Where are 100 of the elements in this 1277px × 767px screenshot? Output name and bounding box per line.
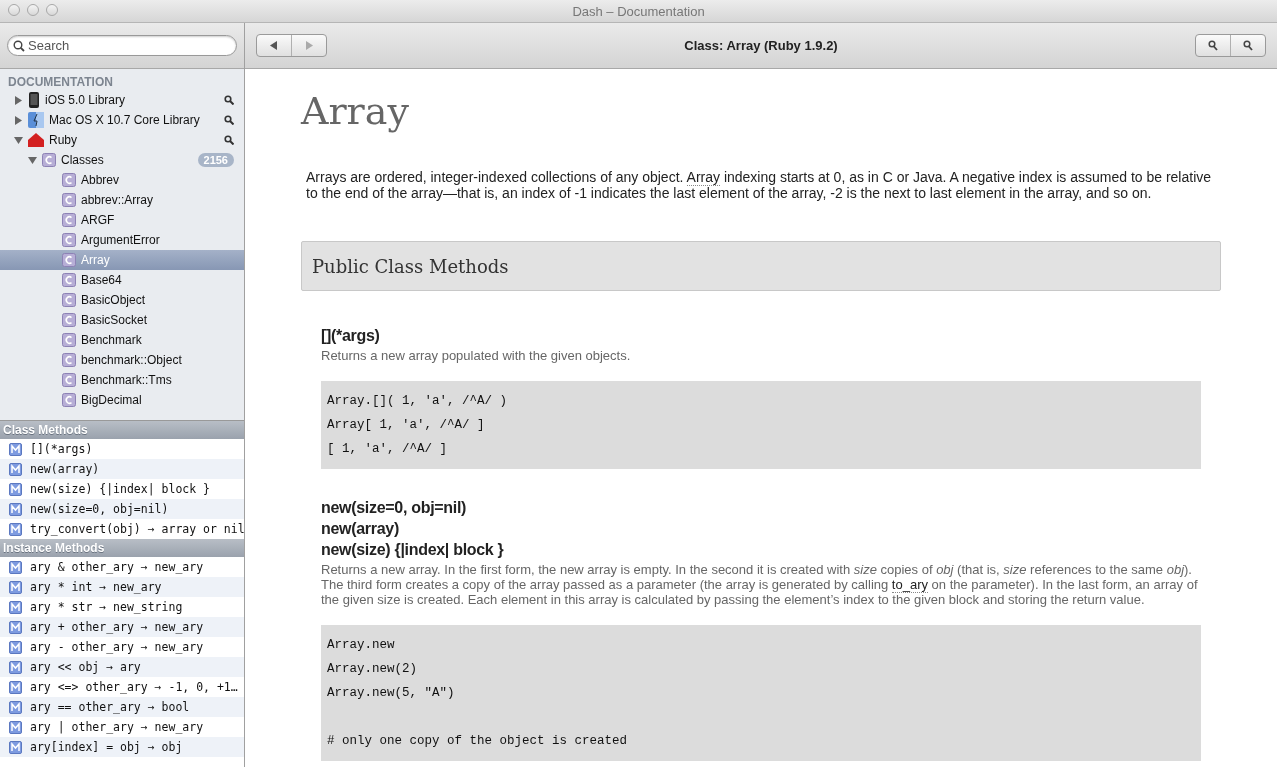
count-badge: 2156	[197, 153, 234, 167]
method-item[interactable]: ary & other_ary → new_ary	[0, 557, 244, 577]
code-line: Array.new(2)	[327, 662, 417, 676]
tree-item-label: abbrev::Array	[81, 193, 155, 207]
method-icon	[9, 740, 22, 754]
tree-item[interactable]: ARGF	[0, 210, 244, 230]
tree-item[interactable]: ArgumentError	[0, 230, 244, 250]
class-icon	[42, 153, 56, 167]
method-signature: [](*args)	[321, 326, 381, 346]
class-icon	[62, 213, 76, 227]
code-line: # only one copy of the object is created	[327, 734, 628, 748]
tree-item-label: Benchmark::Tms	[81, 373, 173, 387]
method-icon	[9, 640, 22, 654]
code-line: Array.new(5, "A")	[327, 686, 455, 700]
method-icon	[9, 660, 22, 674]
tree-item-label: Base64	[81, 273, 123, 287]
tree-item-label: Benchmark	[81, 333, 143, 347]
method-item[interactable]: ary <=> other_ary → -1, 0, +1…	[0, 677, 244, 697]
method-item[interactable]: new(array)	[0, 459, 244, 479]
tree-item-label: Abbrev	[81, 173, 121, 187]
method-label: ary + other_ary → new_ary	[30, 620, 204, 634]
tree-item[interactable]: abbrev::Array	[0, 190, 244, 210]
section-label: DOCUMENTATION	[7, 74, 114, 90]
disclosure-triangle-icon[interactable]	[28, 155, 37, 165]
link[interactable]: Array	[686, 169, 720, 186]
method-label: ary | other_ary → new_ary	[30, 720, 204, 734]
tree-item-label: ArgumentError	[81, 233, 161, 247]
method-icon	[9, 620, 22, 634]
method-item[interactable]: ary == other_ary → bool	[0, 697, 244, 717]
method-item[interactable]: ary[index] = obj → obj	[0, 737, 244, 757]
method-item[interactable]: ary - other_ary → new_ary	[0, 637, 244, 657]
right-triangle-icon	[305, 41, 313, 50]
disclosure-triangle-icon[interactable]	[14, 95, 23, 105]
class-icon	[62, 273, 76, 287]
search-icon	[1207, 39, 1219, 52]
search-icon	[13, 40, 25, 52]
description-text: Arrays are ordered, integer-indexed collections of any object. Array indexing starts at 0, as in C or Java. A negative index is assumed to be relative to the end of the array—that is, an index of -1 indicates the last element of the array, -2 is the next to last element in the array, and so on.	[306, 169, 1213, 201]
disclosure-triangle-icon[interactable]	[14, 135, 23, 145]
tree-item[interactable]: Mac OS X 10.7 Core Library	[0, 110, 244, 130]
method-label: ary * str → new_string	[30, 600, 183, 614]
tree-item[interactable]: BigDecimal	[0, 390, 244, 410]
class-icon	[62, 393, 76, 407]
method-label: ary[index] = obj → obj	[30, 740, 183, 754]
method-label: ary * int → new_ary	[30, 580, 162, 594]
method-icon	[9, 580, 22, 594]
search-icon[interactable]	[224, 115, 234, 125]
method-icon	[9, 462, 22, 476]
method-icon	[9, 680, 22, 694]
method-label: ary <=> other_ary → -1, 0, +1…	[30, 680, 238, 694]
method-item[interactable]: new(size) {|index| block }	[0, 479, 244, 499]
class-icon	[62, 293, 76, 307]
tree-item-label: Mac OS X 10.7 Core Library	[49, 113, 201, 127]
code-line: Array.new	[327, 638, 395, 652]
tree-item[interactable]: Abbrev	[0, 170, 244, 190]
method-item[interactable]: new(size=0, obj=nil)	[0, 499, 244, 519]
search-icon[interactable]	[224, 95, 234, 105]
method-icon	[9, 720, 22, 734]
tree-item-label: Array	[81, 253, 111, 267]
tree-item[interactable]: Benchmark::Tms	[0, 370, 244, 390]
method-label: [](*args)	[30, 442, 93, 456]
method-icon	[9, 502, 22, 516]
method-item[interactable]: ary * str → new_string	[0, 597, 244, 617]
tree-item[interactable]: Base64	[0, 270, 244, 290]
method-item[interactable]: ary + other_ary → new_ary	[0, 617, 244, 637]
method-icon	[9, 600, 22, 614]
tree-item-label: Classes	[61, 153, 105, 167]
tree-item-label: BasicSocket	[81, 313, 149, 327]
method-icon	[9, 522, 22, 536]
tree-item[interactable]: BasicObject	[0, 290, 244, 310]
tree-item[interactable]: benchmark::Object	[0, 350, 244, 370]
tree-item[interactable]: iOS 5.0 Library	[0, 90, 244, 110]
method-item[interactable]: [](*args)	[0, 439, 244, 459]
method-label: ary == other_ary → bool	[30, 700, 190, 714]
method-icon	[9, 700, 22, 714]
method-item[interactable]: try_convert(obj) → array or nil	[0, 519, 244, 539]
tree-item-label: benchmark::Object	[81, 353, 183, 367]
code-line: Array[ 1, 'a', /^A/ ]	[327, 418, 485, 432]
section-header: Public Class Methods	[301, 241, 1221, 291]
search-field[interactable]: Search	[7, 35, 237, 56]
tree-item[interactable]: Ruby	[0, 130, 244, 150]
class-icon	[62, 253, 76, 267]
phone-icon	[28, 92, 40, 108]
tree-item[interactable]: Benchmark	[0, 330, 244, 350]
tree-item[interactable]: Classes 2156	[0, 150, 244, 170]
method-item[interactable]: ary | other_ary → new_ary	[0, 717, 244, 737]
search-icon[interactable]	[224, 135, 234, 145]
link[interactable]: to_ary	[891, 577, 928, 593]
class-icon	[62, 193, 76, 207]
method-description: Returns a new array populated with the given objects.	[321, 348, 632, 363]
page-title: Class: Array (Ruby 1.9.2)	[684, 38, 838, 53]
method-label: ary & other_ary → new_ary	[30, 560, 204, 574]
group-header: Class Methods	[0, 421, 244, 439]
tree-item-label: BasicObject	[81, 293, 147, 307]
tree-item[interactable]: BasicSocket	[0, 310, 244, 330]
class-icon	[62, 333, 76, 347]
class-icon	[62, 353, 76, 367]
tree-item-label: BigDecimal	[81, 393, 143, 407]
method-item[interactable]: ary << obj → ary	[0, 657, 244, 677]
method-item[interactable]: ary * int → new_ary	[0, 577, 244, 597]
disclosure-triangle-icon[interactable]	[14, 115, 23, 125]
